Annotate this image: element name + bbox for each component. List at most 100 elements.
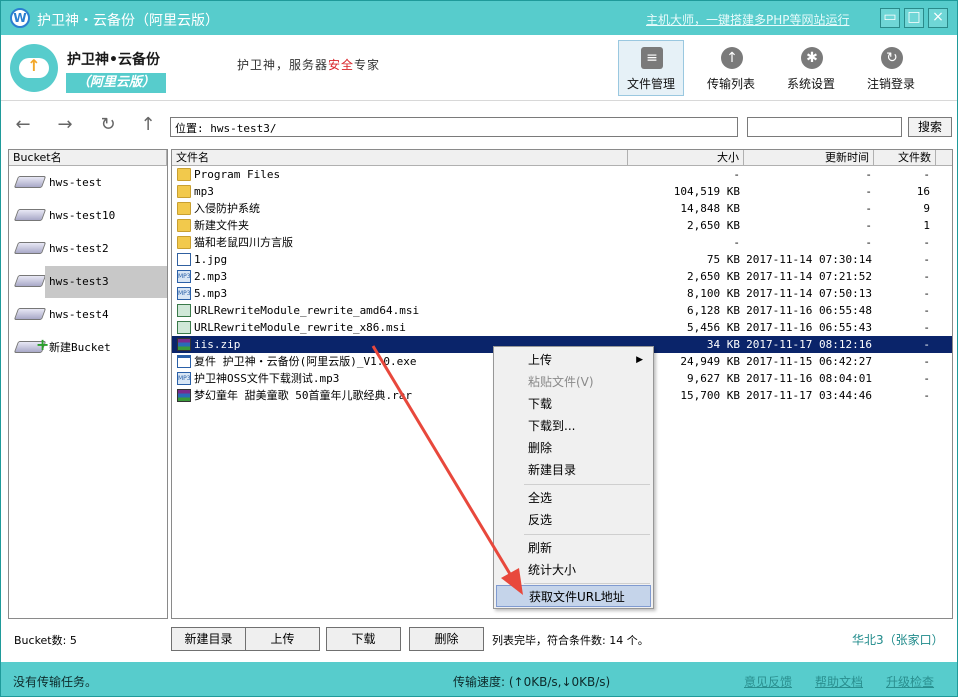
download-button[interactable]: 下载 (326, 627, 401, 651)
file-time: 2017-11-16 08:04:01 (746, 372, 872, 385)
bucket-name: hws-test2 (49, 242, 109, 255)
maximize-button[interactable]: □ (904, 8, 924, 28)
table-row[interactable]: URLRewriteModule_rewrite_x86.msi 5,456 K… (172, 319, 952, 336)
folder-icon (177, 202, 191, 215)
forward-arrow-icon[interactable]: → (53, 114, 77, 136)
table-row[interactable]: URLRewriteModule_rewrite_amd64.msi 6,128… (172, 302, 952, 319)
table-row[interactable]: MP3 2.mp3 2,650 KB 2017-11-14 07:21:52 - (172, 268, 952, 285)
submenu-arrow-icon: ▶ (636, 355, 643, 365)
bucket-item[interactable]: hws-test (12, 167, 167, 199)
table-row[interactable]: 猫和老鼠四川方言版 - - - (172, 234, 952, 251)
search-input[interactable] (747, 117, 902, 137)
file-name: 新建文件夹 (194, 219, 249, 232)
bucket-list-header: Bucket名 (9, 150, 167, 166)
file-manager-button[interactable]: ≡ 文件管理 (618, 40, 684, 96)
bucket-name: hws-test (49, 176, 102, 189)
table-row[interactable]: MP3 5.mp3 8,100 KB 2017-11-14 07:50:13 - (172, 285, 952, 302)
file-count: - (923, 389, 930, 402)
file-time: 2017-11-17 03:44:46 (746, 389, 872, 402)
audio-file-icon: MP3 (177, 372, 191, 385)
file-manager-icon: ≡ (641, 47, 663, 69)
menu-item-refresh[interactable]: 刷新 (496, 537, 651, 559)
bucket-disk-icon (13, 209, 47, 221)
executable-file-icon (177, 355, 191, 368)
region-label[interactable]: 华北3（张家口） (852, 631, 944, 648)
menu-separator (524, 583, 650, 584)
file-size: 8,100 KB (687, 287, 740, 300)
minimize-button[interactable]: ▭ (880, 8, 900, 28)
menu-item-delete[interactable]: 删除 (496, 437, 651, 459)
file-size: 2,650 KB (687, 219, 740, 232)
menu-item-invert-selection[interactable]: 反选 (496, 509, 651, 531)
file-count: - (923, 253, 930, 266)
table-row[interactable]: 入侵防护系统 14,848 KB - 9 (172, 200, 952, 217)
feedback-link[interactable]: 意见反馈 (744, 673, 792, 690)
bucket-item-selected[interactable]: hws-test3 (12, 266, 167, 298)
new-bucket-item[interactable]: 新建Bucket (12, 332, 167, 364)
close-button[interactable]: × (928, 8, 948, 28)
up-arrow-icon[interactable]: ↑ (136, 114, 160, 136)
bucket-disk-icon (13, 176, 47, 188)
delete-button[interactable]: 删除 (409, 627, 484, 651)
file-count: 9 (923, 202, 930, 215)
folder-icon (177, 219, 191, 232)
new-directory-button[interactable]: 新建目录 (171, 627, 246, 651)
menu-item-download-to[interactable]: 下载到... (496, 415, 651, 437)
file-name: URLRewriteModule_rewrite_amd64.msi (194, 304, 420, 317)
file-count: - (923, 270, 930, 283)
file-name: mp3 (194, 185, 214, 198)
file-name: 猫和老鼠四川方言版 (194, 236, 293, 249)
upgrade-link[interactable]: 升级检查 (886, 673, 934, 690)
bucket-item[interactable]: hws-test2 (12, 233, 167, 265)
column-header-name[interactable]: 文件名 (172, 150, 628, 166)
menu-item-calc-size[interactable]: 统计大小 (496, 559, 651, 581)
table-row[interactable]: 1.jpg 75 KB 2017-11-14 07:30:14 - (172, 251, 952, 268)
table-row[interactable]: mp3 104,519 KB - 16 (172, 183, 952, 200)
help-link[interactable]: 帮助文档 (815, 673, 863, 690)
settings-button[interactable]: ✱ 系统设置 (778, 40, 844, 96)
logout-button[interactable]: ↻ 注销登录 (858, 40, 924, 96)
menu-item-paste[interactable]: 粘贴文件(V) (496, 371, 651, 393)
upload-button[interactable]: 上传 (245, 627, 320, 651)
column-header-time[interactable]: 更新时间 (744, 150, 874, 166)
file-time: 2017-11-17 08:12:16 (746, 338, 872, 351)
file-time: 2017-11-16 06:55:43 (746, 321, 872, 334)
ad-link[interactable]: 主机大师，一键搭建多PHP等网站运行 (646, 11, 850, 28)
app-window: W 护卫神・云备份（阿里云版） 主机大师，一键搭建多PHP等网站运行 ▭ □ ×… (0, 0, 958, 697)
window-title: 护卫神・云备份（阿里云版） (37, 13, 219, 29)
folder-icon (177, 185, 191, 198)
file-size: - (733, 168, 740, 181)
bucket-item[interactable]: hws-test4 (12, 299, 167, 331)
status-bar: 没有传输任务。 传输速度: (↑0KB/s,↓0KB/s) 意见反馈 帮助文档 … (1, 662, 957, 696)
cloud-logo-icon: ↑ (10, 44, 58, 92)
transfer-task-status: 没有传输任务。 (13, 675, 98, 689)
refresh-icon[interactable]: ↻ (96, 114, 120, 136)
file-name: 5.mp3 (194, 287, 228, 300)
context-menu: 上传 ▶ 粘贴文件(V) 下载 下载到... 删除 新建目录 全选 反选 刷新 统… (493, 346, 654, 609)
file-size: 2,650 KB (687, 270, 740, 283)
bucket-item[interactable]: hws-test10 (12, 200, 167, 232)
table-row[interactable]: Program Files - - - (172, 166, 952, 183)
menu-separator (524, 534, 650, 535)
logout-icon: ↻ (881, 47, 903, 69)
menu-item-get-file-url[interactable]: 获取文件URL地址 (496, 585, 651, 607)
file-size: 75 KB (706, 253, 740, 266)
bucket-name: hws-test3 (45, 266, 167, 298)
transfer-list-button[interactable]: ↑ 传输列表 (698, 40, 764, 96)
file-name: Program Files (194, 168, 281, 181)
menu-item-download[interactable]: 下载 (496, 393, 651, 415)
back-arrow-icon[interactable]: ← (11, 114, 35, 136)
bucket-column-header[interactable]: Bucket名 (9, 150, 167, 166)
column-header-count[interactable]: 文件数 (874, 150, 936, 166)
bucket-count: Bucket数: 5 (14, 634, 77, 647)
menu-item-upload[interactable]: 上传 ▶ (496, 349, 651, 371)
file-time: 2017-11-14 07:21:52 (746, 270, 872, 283)
menu-item-select-all[interactable]: 全选 (496, 487, 651, 509)
menu-item-new-directory[interactable]: 新建目录 (496, 459, 651, 481)
cloud-upload-icon: ↑ (721, 47, 743, 69)
column-header-size[interactable]: 大小 (628, 150, 744, 166)
table-row[interactable]: 新建文件夹 2,650 KB - 1 (172, 217, 952, 234)
location-field[interactable]: 位置: hws-test3/ (170, 117, 738, 137)
search-button[interactable]: 搜索 (908, 117, 952, 137)
file-count: - (923, 355, 930, 368)
